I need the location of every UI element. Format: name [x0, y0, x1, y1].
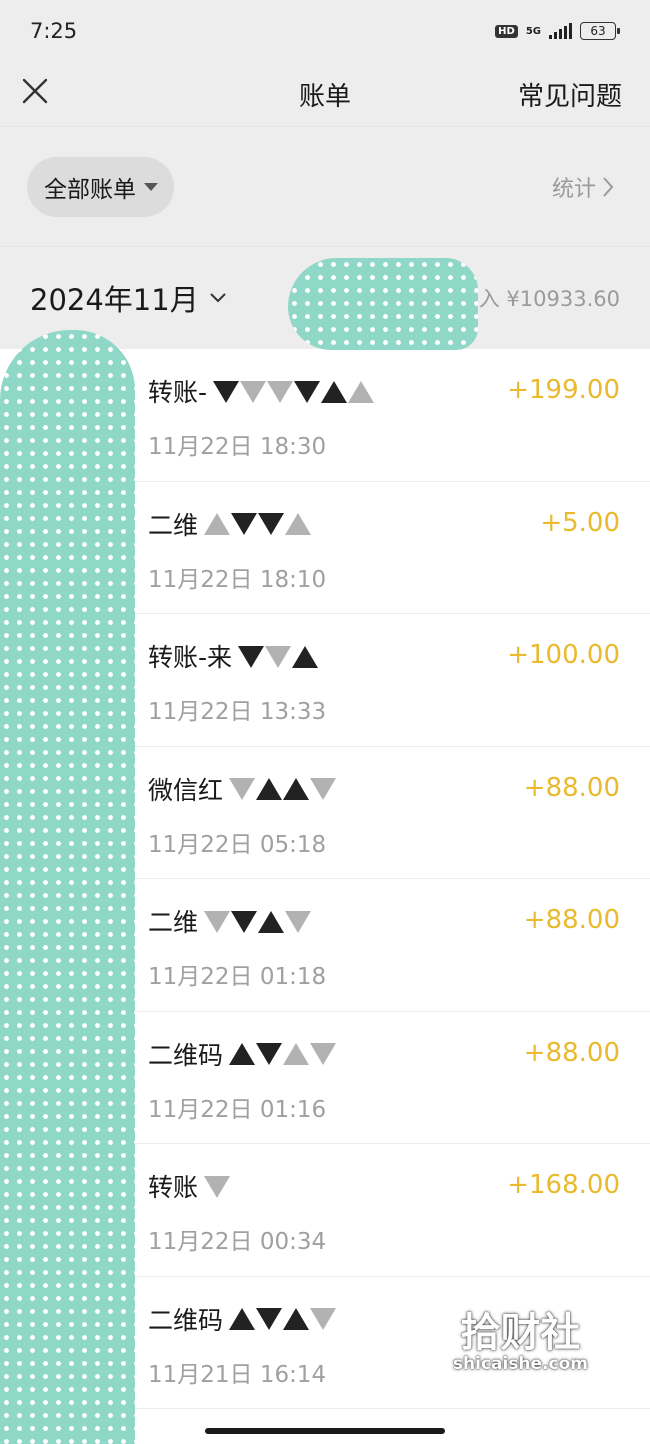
transaction-time: 11月22日 18:30	[148, 434, 327, 460]
network-icon: 5G	[525, 25, 541, 37]
bill-filter-label: 全部账单	[44, 176, 136, 203]
watermark-logo: 拾财社	[460, 1309, 581, 1356]
transaction-amount: +88.00	[523, 1037, 620, 1068]
hd-icon: HD	[495, 24, 518, 38]
page-title: 账单	[298, 81, 351, 112]
month-header: 2024年11月 收入 ¥10933.60	[0, 246, 650, 349]
signal-icon	[549, 23, 572, 39]
transaction-name: 二维	[148, 506, 312, 542]
transaction-amount: +5.00	[540, 507, 620, 538]
redaction-mask	[213, 380, 375, 409]
status-bar: 7:25 HD 5G 63	[0, 0, 650, 62]
transaction-name: 转账	[148, 1168, 231, 1204]
transaction-time: 11月22日 00:34	[148, 1229, 327, 1255]
transaction-amount: +168.00	[507, 1170, 620, 1200]
caret-down-icon	[144, 182, 158, 191]
home-indicator[interactable]	[205, 1428, 445, 1434]
redaction-mask	[229, 1307, 337, 1336]
transaction-time: 11月22日 05:18	[148, 831, 327, 858]
transaction-name: 二维码	[148, 1301, 337, 1337]
transaction-name: 转账-来	[148, 638, 319, 674]
chevron-right-icon	[603, 176, 614, 197]
transaction-time: 11月22日 18:10	[148, 566, 327, 593]
transaction-time: 11月22日 01:16	[148, 1096, 327, 1123]
redaction-mask	[229, 1042, 337, 1071]
transaction-row[interactable]: 二维 11月22日 01:18 +88.00	[126, 879, 650, 1012]
transaction-row[interactable]: 微信红 11月22日 05:18 +88.00	[126, 747, 650, 879]
close-icon[interactable]	[20, 76, 50, 106]
network-type: 5G	[525, 25, 541, 37]
month-selector[interactable]: 2024年11月	[30, 277, 227, 319]
transaction-time: 11月21日 16:14	[148, 1361, 327, 1388]
month-income: 收入 ¥10933.60	[457, 287, 620, 311]
transaction-amount: +88.00	[523, 772, 620, 803]
transaction-row[interactable]: 转账-来 11月22日 13:33 +100.00	[126, 614, 650, 747]
chevron-down-icon	[210, 293, 226, 303]
watermark: 拾财社 shicaishe.com	[453, 1300, 588, 1374]
transaction-name: 二维	[148, 903, 312, 939]
transaction-amount: +100.00	[507, 640, 620, 670]
month-label: 2024年11月	[30, 283, 199, 317]
status-icons: HD 5G 63	[495, 22, 620, 40]
battery-level: 63	[590, 24, 606, 38]
redaction-mask	[204, 1175, 231, 1204]
transaction-row[interactable]: 转账 11月22日 00:34 +168.00	[126, 1144, 650, 1277]
transaction-row[interactable]: 二维码 11月22日 01:16 +88.00	[126, 1012, 650, 1144]
transaction-list: 转账- 11月22日 18:30 +199.00 二维 11月22日 18:10…	[0, 349, 650, 1444]
redaction-mask	[204, 910, 312, 939]
transaction-name: 二维码	[148, 1036, 337, 1072]
transaction-amount: +88.00	[523, 905, 620, 935]
faq-link[interactable]: 常见问题	[518, 76, 622, 113]
bill-filter-dropdown[interactable]: 全部账单	[27, 156, 174, 217]
stats-label: 统计	[551, 176, 596, 202]
redaction-mask	[229, 777, 337, 806]
transaction-amount: +199.00	[507, 375, 620, 405]
transaction-name: 微信红	[148, 771, 337, 807]
battery-icon: 63	[580, 22, 620, 40]
redaction-mask	[204, 512, 312, 541]
transaction-row[interactable]: 二维 11月22日 18:10 +5.00	[126, 482, 650, 614]
stats-link[interactable]: 统计	[552, 171, 614, 203]
nav-bar: 账单 常见问题	[0, 62, 650, 126]
transaction-name: 转账-	[148, 373, 375, 409]
transaction-time: 11月22日 13:33	[148, 699, 327, 725]
transaction-row[interactable]: 转账- 11月22日 18:30 +199.00	[126, 349, 650, 482]
status-time: 7:25	[30, 19, 78, 43]
transaction-time: 11月22日 01:18	[148, 964, 327, 990]
filter-row: 全部账单 统计	[0, 126, 650, 246]
redaction-mask	[238, 645, 319, 674]
watermark-url: shicaishe.com	[452, 1354, 588, 1374]
